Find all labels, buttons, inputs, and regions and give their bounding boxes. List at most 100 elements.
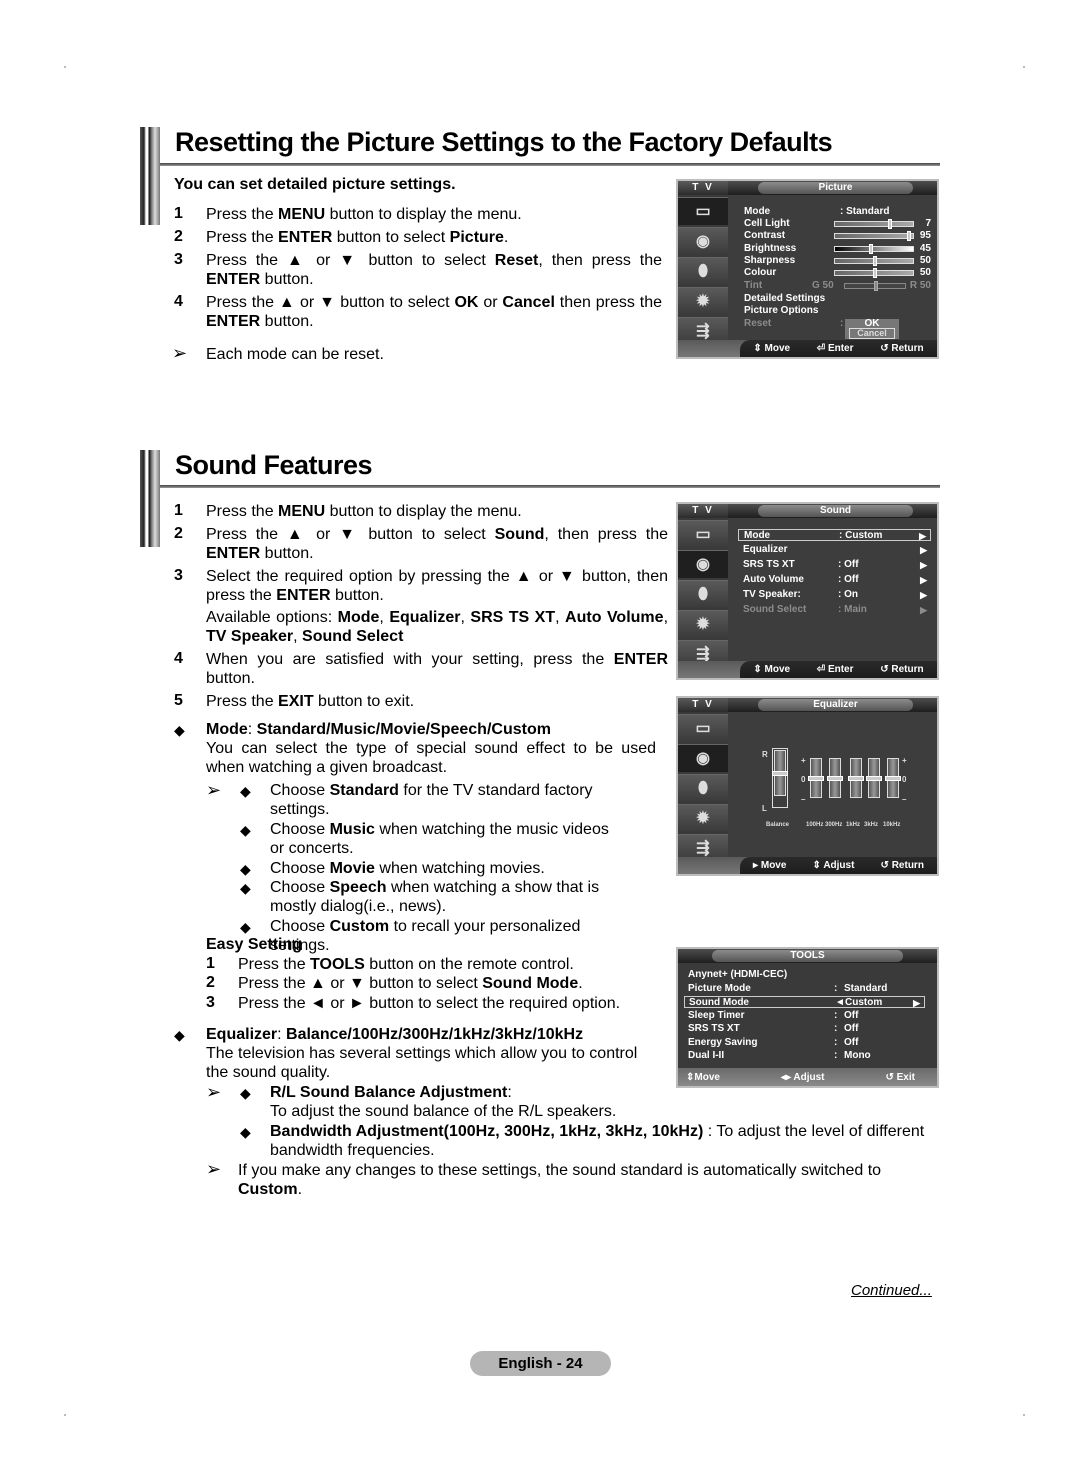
step-number: 3 — [174, 567, 183, 584]
text-run: then press the — [554, 294, 662, 311]
tint-slider[interactable] — [844, 281, 906, 291]
slider-knob[interactable] — [873, 255, 877, 266]
row-value: : Off — [838, 559, 859, 570]
slider-track[interactable] — [834, 231, 914, 242]
eq-band-knob[interactable] — [772, 771, 788, 776]
osd-menu-tab[interactable]: ✹ — [678, 610, 728, 638]
eq-band-10khz[interactable] — [885, 758, 901, 798]
osd-menu-tab[interactable]: ✹ — [678, 804, 728, 832]
osd-topbar: TOOLS — [678, 949, 937, 963]
eq-band-1khz[interactable] — [848, 758, 864, 798]
osd-row-reset[interactable]: Reset : — [744, 318, 931, 330]
bullet-diamond-icon: ◆ — [240, 1085, 251, 1101]
slider-knob[interactable] — [874, 281, 878, 291]
osd-row-tint[interactable]: Tint G 50 R 50 — [744, 280, 931, 292]
sound-icon: ◉ — [696, 232, 710, 250]
osd-menu-tab[interactable]: ⬮ — [678, 774, 728, 802]
osd-row-mode[interactable]: Mode : Standard — [744, 206, 931, 218]
osd-row-mode[interactable]: Mode: Custom ▶ — [738, 529, 931, 541]
osd-row-equalizer[interactable]: Equalizer ▶ — [738, 544, 931, 556]
osd-row-slider[interactable]: Contrast 95 — [744, 230, 931, 242]
osd-row-tv-speaker[interactable]: TV Speaker:: On ▶ — [738, 589, 931, 601]
eq-plus-left: + — [801, 756, 806, 765]
mode-bullet-text: Choose Standard for the TV standard fact… — [270, 781, 620, 819]
osd-picture-menu: T V Picture ▭ ◉ ⬮ ✹ ⇶ Mode : Standard Tint G… — [676, 179, 939, 359]
sound-icon: ◉ — [696, 749, 710, 767]
step-number: 4 — [174, 293, 183, 310]
osd-row-slider[interactable]: Colour 50 — [744, 267, 931, 279]
move-label: Move — [764, 343, 791, 354]
osd-row-sound-select[interactable]: Sound Select: Main ▶ — [738, 604, 931, 616]
setup-icon: ✹ — [696, 809, 710, 827]
text-run: button to display the menu. — [325, 206, 522, 223]
eq-band-label: 1kHz — [846, 822, 861, 828]
eq-minus-left: – — [801, 795, 806, 804]
osd-menu-tab[interactable]: ✹ — [678, 287, 728, 315]
slider-track[interactable] — [834, 268, 914, 279]
slider-knob[interactable] — [873, 268, 877, 279]
osd-menu-tab[interactable]: ▭ — [678, 714, 728, 742]
continued-link[interactable]: Continued... — [851, 1281, 932, 1300]
cancel-option[interactable]: Cancel — [849, 328, 895, 339]
eq-band-balance[interactable] — [772, 750, 788, 796]
osd-menu-tab[interactable]: ▭ — [678, 197, 728, 225]
osd-menu-tab[interactable]: ◉ — [678, 227, 728, 255]
bandwidth-bullet: Bandwidth Adjustment(100Hz, 300Hz, 1kHz,… — [270, 1122, 940, 1160]
up-down-icon: ⇕ — [753, 343, 762, 354]
tools-row-anynet-hdmi-cec[interactable]: Anynet+ (HDMI-CEC) — [684, 969, 925, 981]
osd-menu-tab[interactable]: ◉ — [678, 550, 728, 578]
slider-track[interactable] — [834, 243, 914, 254]
eq-band-knob[interactable] — [885, 776, 901, 781]
osd-menu-tab[interactable]: ◉ — [678, 744, 728, 772]
crop-mark — [1023, 1414, 1025, 1416]
eq-band-3khz[interactable] — [866, 758, 882, 798]
tv-label: T V — [678, 504, 728, 518]
text-run: Press the — [206, 503, 279, 520]
bold-term: Sound — [494, 526, 545, 543]
tools-row-dual-i-ii[interactable]: Dual I-II: Mono — [684, 1050, 925, 1062]
text-run: Press the ▲ or ▼ button to select — [238, 975, 483, 992]
bold-term: Equalizer — [206, 1026, 278, 1043]
osd-row-detailed-settings[interactable]: Detailed Settings — [744, 293, 931, 305]
adjust-hint: ⇕ Adjust — [813, 860, 855, 871]
osd-row-srs-ts-xt[interactable]: SRS TS XT: Off ▶ — [738, 559, 931, 571]
slider-track[interactable] — [834, 255, 914, 266]
osd-row-slider[interactable]: Cell Light 7 — [744, 218, 931, 230]
return-label: Return — [891, 860, 924, 871]
slider-track[interactable] — [834, 219, 914, 229]
ok-option[interactable]: OK — [845, 319, 899, 329]
slider-knob[interactable] — [888, 219, 893, 229]
tools-row-sound-mode[interactable]: Sound Mode ◄ Custom ▶ — [684, 996, 925, 1008]
note-arrow-icon: ➢ — [172, 343, 188, 363]
heading-rule — [160, 485, 940, 488]
input-icon: ⇶ — [696, 322, 710, 340]
eq-band-knob[interactable] — [808, 776, 824, 781]
osd-row-auto-volume[interactable]: Auto Volume: Off ▶ — [738, 574, 931, 586]
row-value: : Off — [838, 574, 859, 585]
tools-row-picture-mode[interactable]: Picture Mode: Standard — [684, 983, 925, 995]
channel-icon: ⬮ — [697, 779, 709, 797]
enter-label: Enter — [827, 664, 854, 675]
eq-band-knob[interactable] — [866, 776, 882, 781]
eq-band-knob[interactable] — [827, 776, 843, 781]
slider-knob[interactable] — [869, 243, 874, 254]
osd-row-picture-options[interactable]: Picture Options — [744, 305, 931, 317]
eq-band-100hz[interactable] — [808, 758, 824, 798]
text-run: Press the — [206, 229, 279, 246]
tv-label: T V — [678, 181, 728, 195]
osd-row-slider[interactable]: Sharpness 50 — [744, 255, 931, 267]
osd-menu-tab[interactable]: ⬮ — [678, 580, 728, 608]
osd-row-slider[interactable]: Brightness 45 — [744, 243, 931, 255]
text-run: , — [663, 609, 669, 626]
tools-row-sleep-timer[interactable]: Sleep Timer: Off — [684, 1010, 925, 1022]
slider-knob[interactable] — [907, 231, 912, 242]
eq-band-knob[interactable] — [848, 776, 864, 781]
osd-title: Sound — [758, 505, 913, 517]
tools-row-energy-saving[interactable]: Energy Saving: Off — [684, 1037, 925, 1049]
eq-band-300hz[interactable] — [827, 758, 843, 798]
osd-menu-tab[interactable]: ▭ — [678, 520, 728, 548]
row-label: Sleep Timer — [688, 1009, 745, 1021]
tools-row-srs-ts-xt[interactable]: SRS TS XT: Off — [684, 1023, 925, 1035]
row-separator: : — [840, 318, 844, 329]
osd-menu-tab[interactable]: ⬮ — [678, 257, 728, 285]
